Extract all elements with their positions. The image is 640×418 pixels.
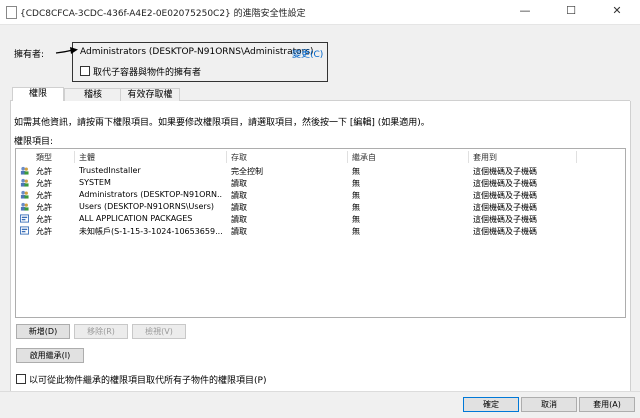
- cell-type: 允許: [36, 191, 52, 200]
- apply-button[interactable]: 套用(A): [579, 397, 635, 412]
- cell-applies: 這個機碼及子機碼: [473, 191, 537, 200]
- cell-type: 允許: [36, 227, 52, 236]
- change-owner-link[interactable]: 變更(C): [292, 47, 323, 60]
- cell-applies: 這個機碼及子機碼: [473, 227, 537, 236]
- maximize-button[interactable]: ☐: [548, 0, 594, 24]
- cell-access: 完全控制: [231, 167, 263, 176]
- minimize-button[interactable]: —: [502, 0, 548, 24]
- table-row[interactable]: 允許 未知帳戶(S-1-15-3-1024-10653659... 讀取 無 這…: [16, 225, 625, 237]
- add-button[interactable]: 新增(D): [16, 324, 70, 339]
- cell-applies: 這個機碼及子機碼: [473, 179, 537, 188]
- table-row[interactable]: 允許 SYSTEM 讀取 無 這個機碼及子機碼: [16, 177, 625, 189]
- cell-access: 讀取: [231, 191, 247, 200]
- cell-principal: 未知帳戶(S-1-15-3-1024-10653659...: [79, 227, 223, 236]
- arrow-icon: [55, 47, 78, 54]
- cell-type: 允許: [36, 179, 52, 188]
- users-icon: [20, 166, 29, 175]
- column-header-applies[interactable]: 套用到: [473, 152, 497, 163]
- permission-entries-list[interactable]: 類型 主體 存取 繼承自 套用到 允許 TrustedInstaller 完全控…: [15, 148, 626, 318]
- remove-button[interactable]: 移除(R): [74, 324, 128, 339]
- replace-owner-checkbox[interactable]: [80, 66, 90, 76]
- users-icon: [20, 190, 29, 199]
- view-button[interactable]: 檢視(V): [132, 324, 186, 339]
- cell-inherited: 無: [352, 203, 360, 212]
- column-header-access[interactable]: 存取: [231, 152, 247, 163]
- table-row[interactable]: 允許 TrustedInstaller 完全控制 無 這個機碼及子機碼: [16, 165, 625, 177]
- cell-principal: TrustedInstaller: [79, 166, 141, 175]
- column-header-principal[interactable]: 主體: [79, 152, 95, 163]
- column-header-inherited[interactable]: 繼承自: [352, 152, 376, 163]
- package-icon: [20, 226, 29, 235]
- replace-owner-label: 取代子容器與物件的擁有者: [93, 68, 202, 78]
- users-icon: [20, 202, 29, 211]
- cell-principal: ALL APPLICATION PACKAGES: [79, 214, 193, 223]
- cell-type: 允許: [36, 167, 52, 176]
- cell-type: 允許: [36, 215, 52, 224]
- cell-inherited: 無: [352, 191, 360, 200]
- cell-inherited: 無: [352, 167, 360, 176]
- close-button[interactable]: ✕: [594, 0, 640, 24]
- cancel-button[interactable]: 取消: [521, 397, 577, 412]
- table-row[interactable]: 允許 ALL APPLICATION PACKAGES 讀取 無 這個機碼及子機…: [16, 213, 625, 225]
- list-header: 類型 主體 存取 繼承自 套用到: [16, 151, 625, 163]
- window-title: {CDC8CFCA-3CDC-436f-A4E2-0E02075250C2} 的…: [20, 9, 306, 19]
- info-text: 如需其他資訊，請按兩下權限項目。如果要修改權限項目，請選取項目，然後按一下 [編…: [14, 118, 430, 128]
- entries-label: 權限項目:: [14, 137, 54, 147]
- cell-access: 讀取: [231, 215, 247, 224]
- table-row[interactable]: 允許 Administrators (DESKTOP-N91ORN... 讀取 …: [16, 189, 625, 201]
- users-icon: [20, 178, 29, 187]
- table-row[interactable]: 允許 Users (DESKTOP-N91ORNS\Users) 讀取 無 這個…: [16, 201, 625, 213]
- cell-inherited: 無: [352, 227, 360, 236]
- replace-children-checkbox[interactable]: [16, 374, 26, 384]
- owner-value: Administrators (DESKTOP-N91ORNS\Administ…: [80, 47, 314, 57]
- window-icon: [6, 6, 17, 19]
- ok-button[interactable]: 確定: [463, 397, 519, 412]
- cell-principal: SYSTEM: [79, 178, 111, 187]
- cell-access: 讀取: [231, 179, 247, 188]
- cell-type: 允許: [36, 203, 52, 212]
- cell-inherited: 無: [352, 179, 360, 188]
- cell-principal: Administrators (DESKTOP-N91ORN...: [79, 190, 223, 199]
- tab-effective-access[interactable]: 有效存取權: [120, 88, 180, 101]
- cell-access: 讀取: [231, 227, 247, 236]
- column-header-type[interactable]: 類型: [36, 152, 52, 163]
- package-icon: [20, 214, 29, 223]
- cell-applies: 這個機碼及子機碼: [473, 215, 537, 224]
- replace-children-label: 以可從此物件繼承的權限項目取代所有子物件的權限項目(P): [29, 376, 267, 386]
- cell-inherited: 無: [352, 215, 360, 224]
- owner-label: 擁有者:: [14, 50, 45, 60]
- cell-principal: Users (DESKTOP-N91ORNS\Users): [79, 202, 215, 211]
- cell-applies: 這個機碼及子機碼: [473, 203, 537, 212]
- cell-access: 讀取: [231, 203, 247, 212]
- tab-auditing[interactable]: 稽核: [64, 88, 122, 101]
- tab-permissions[interactable]: 權限: [12, 87, 64, 102]
- title-bar: {CDC8CFCA-3CDC-436f-A4E2-0E02075250C2} 的…: [0, 0, 640, 25]
- enable-inheritance-button[interactable]: 啟用繼承(I): [16, 348, 84, 363]
- cell-applies: 這個機碼及子機碼: [473, 167, 537, 176]
